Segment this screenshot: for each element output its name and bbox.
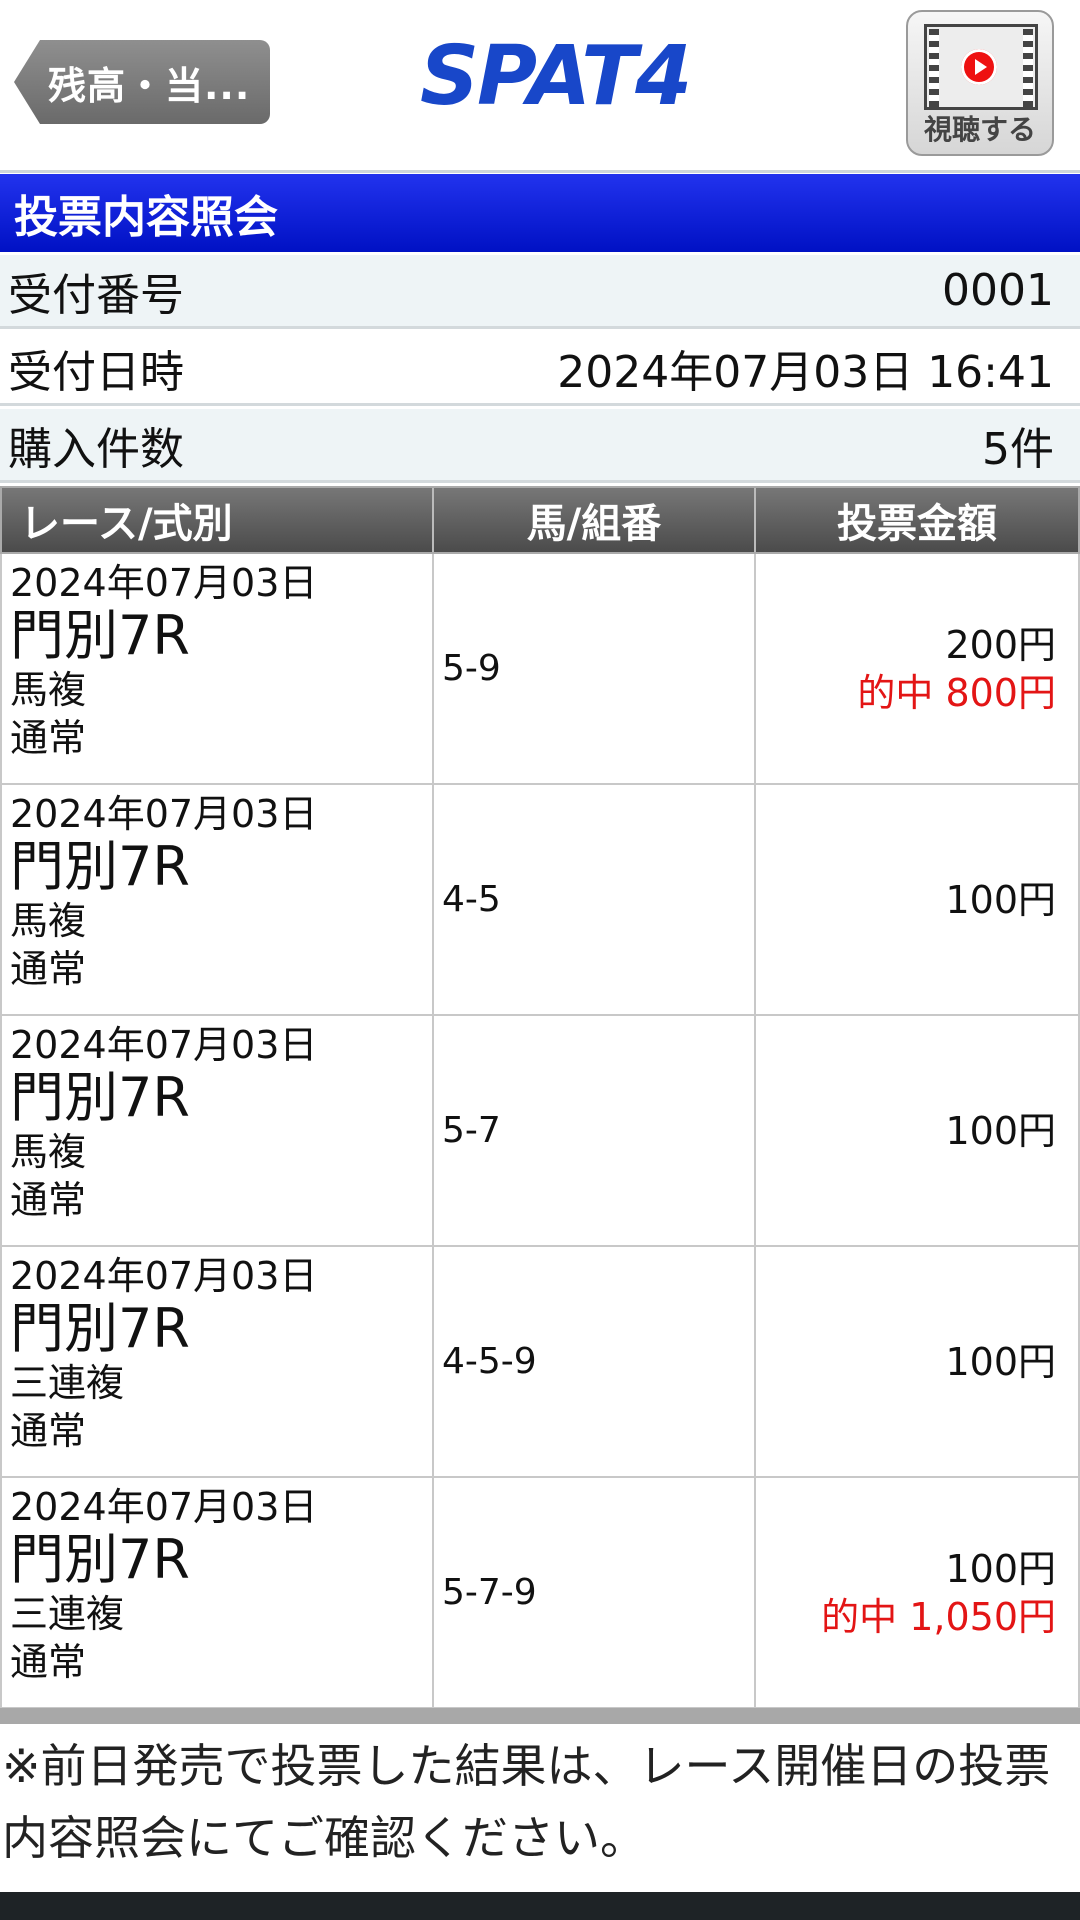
race-name: 門別7R	[10, 1066, 190, 1129]
combo-cell: 5-9	[434, 554, 756, 783]
amount-cell: 100円	[756, 1016, 1078, 1245]
bet-type: 三連複	[10, 1592, 125, 1636]
receipt-datetime-label: 受付日時	[8, 346, 184, 398]
header-race-type: レース/式別	[2, 488, 434, 552]
race-cell: 2024年07月03日 門別7R 馬複 通常	[2, 1016, 434, 1245]
amount-cell: 200円 的中 800円	[756, 554, 1078, 783]
table-header: レース/式別 馬/組番 投票金額	[0, 486, 1080, 554]
purchase-count-label: 購入件数	[8, 423, 184, 475]
receipt-datetime-value: 2024年07月03日 16:41	[557, 346, 1054, 398]
race-date: 2024年07月03日	[10, 1023, 318, 1067]
race-date: 2024年07月03日	[10, 1254, 318, 1298]
win-payout: 的中 1,050円	[821, 1594, 1056, 1639]
purchase-count-row: 購入件数 5件	[0, 409, 1080, 483]
page-title: 投票内容照会	[0, 174, 1080, 252]
race-date: 2024年07月03日	[10, 561, 318, 605]
race-date: 2024年07月03日	[10, 1485, 318, 1529]
table-row: 2024年07月03日 門別7R 馬複 通常 5-7 100円	[0, 1016, 1080, 1247]
bottom-bar	[0, 1892, 1080, 1920]
bet-method: 通常	[10, 1409, 87, 1453]
section-divider	[0, 1708, 1080, 1724]
bet-amount: 100円	[945, 877, 1056, 922]
combo-cell: 5-7-9	[434, 1478, 756, 1707]
header-combination: 馬/組番	[434, 488, 756, 552]
race-cell: 2024年07月03日 門別7R 馬複 通常	[2, 554, 434, 783]
race-name: 門別7R	[10, 1297, 190, 1360]
watch-button-label: 視聴する	[923, 113, 1036, 146]
bet-table: レース/式別 馬/組番 投票金額 2024年07月03日 門別7R 馬複 通常 …	[0, 486, 1080, 1709]
receipt-datetime-row: 受付日時 2024年07月03日 16:41	[0, 332, 1080, 406]
bet-type: 馬複	[10, 899, 87, 943]
film-play-icon	[924, 24, 1038, 110]
receipt-number-label: 受付番号	[8, 269, 184, 321]
bet-amount: 200円	[945, 622, 1056, 667]
bet-amount: 100円	[945, 1339, 1056, 1384]
amount-cell: 100円 的中 1,050円	[756, 1478, 1078, 1707]
amount-cell: 100円	[756, 1247, 1078, 1476]
race-cell: 2024年07月03日 門別7R 三連複 通常	[2, 1478, 434, 1707]
race-name: 門別7R	[10, 604, 190, 667]
receipt-number-value: 0001	[942, 265, 1054, 316]
purchase-count-value: 5件	[982, 423, 1054, 475]
race-name: 門別7R	[10, 1528, 190, 1591]
watch-button[interactable]: 視聴する	[906, 10, 1054, 156]
race-date: 2024年07月03日	[10, 792, 318, 836]
bet-amount: 100円	[945, 1546, 1056, 1591]
race-cell: 2024年07月03日 門別7R 馬複 通常	[2, 785, 434, 1014]
bet-method: 通常	[10, 1640, 87, 1684]
race-name: 門別7R	[10, 835, 190, 898]
table-row: 2024年07月03日 門別7R 三連複 通常 5-7-9 100円 的中 1,…	[0, 1478, 1080, 1709]
bet-type: 三連複	[10, 1361, 125, 1405]
table-row: 2024年07月03日 門別7R 馬複 通常 5-9 200円 的中 800円	[0, 554, 1080, 785]
notice-text: ※前日発売で投票した結果は、レース開催日の投票内容照会にてご確認ください。	[2, 1739, 1051, 1865]
table-row: 2024年07月03日 門別7R 三連複 通常 4-5-9 100円	[0, 1247, 1080, 1478]
bet-type: 馬複	[10, 668, 87, 712]
back-button[interactable]: 残高・当...	[14, 40, 270, 124]
combo-cell: 4-5	[434, 785, 756, 1014]
receipt-number-row: 受付番号 0001	[0, 255, 1080, 329]
combo-cell: 5-7	[434, 1016, 756, 1245]
bet-type: 馬複	[10, 1130, 87, 1174]
bet-method: 通常	[10, 716, 87, 760]
spat4-logo: SPAT4	[420, 29, 692, 124]
app-header: 残高・当... SPAT4 視聴する	[0, 0, 1080, 173]
bet-method: 通常	[10, 1178, 87, 1222]
win-payout: 的中 800円	[857, 670, 1056, 715]
bet-method: 通常	[10, 947, 87, 991]
race-cell: 2024年07月03日 門別7R 三連複 通常	[2, 1247, 434, 1476]
bet-amount: 100円	[945, 1108, 1056, 1153]
combo-cell: 4-5-9	[434, 1247, 756, 1476]
table-row: 2024年07月03日 門別7R 馬複 通常 4-5 100円	[0, 785, 1080, 1016]
header-amount: 投票金額	[837, 501, 997, 547]
back-button-label: 残高・当...	[48, 63, 251, 108]
amount-cell: 100円	[756, 785, 1078, 1014]
